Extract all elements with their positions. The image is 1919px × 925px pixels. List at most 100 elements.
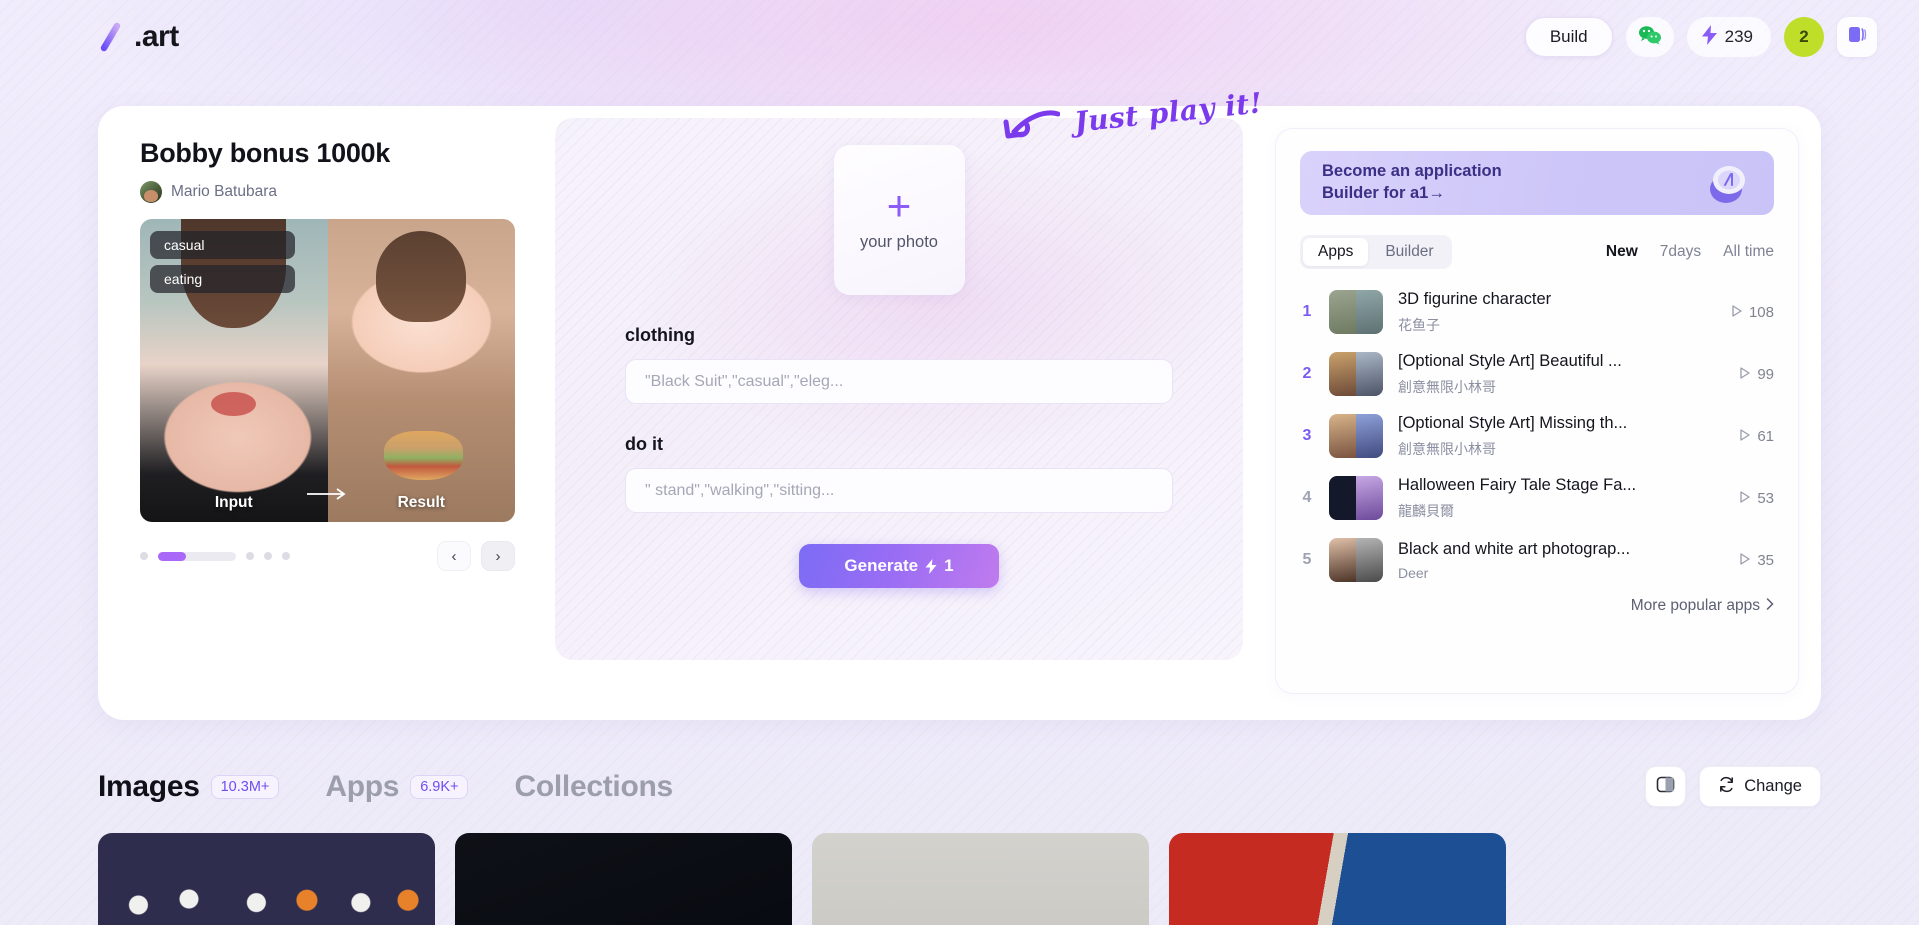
list-item-author: 花鱼子 [1398, 316, 1440, 333]
upload-label: your photo [860, 232, 938, 251]
list-item-thumbnail [1329, 290, 1383, 334]
before-after-preview[interactable]: casual eating Input Result [140, 219, 515, 522]
image-cards-strip [98, 833, 1821, 925]
list-item[interactable]: 5 Black and white art photograp... Deer … [1300, 529, 1774, 591]
list-item[interactable]: 1 3D figurine character 花鱼子 108 [1300, 281, 1774, 343]
build-button[interactable]: Build [1524, 17, 1613, 57]
list-item[interactable]: 3 [Optional Style Art] Missing th... 創意無… [1300, 405, 1774, 467]
coin-stack-icon [1704, 159, 1752, 207]
carousel-prev-button[interactable]: ‹ [437, 541, 471, 571]
split-view-icon [1656, 775, 1675, 799]
plays-count: 61 [1757, 427, 1774, 445]
author-avatar [140, 181, 162, 203]
tab-apps-badge: 6.9K+ [410, 774, 469, 799]
tab-collections[interactable]: Collections [514, 769, 673, 804]
bottom-section: Images 10.3M+ Apps 6.9K+ Collections Cha… [98, 766, 1821, 925]
refresh-icon [1718, 776, 1735, 798]
bottom-tabs: Images 10.3M+ Apps 6.9K+ Collections Cha… [98, 766, 1821, 807]
credits-button[interactable]: 239 [1686, 17, 1771, 57]
clothing-input[interactable] [625, 359, 1173, 404]
chevron-right-icon: › [495, 547, 501, 565]
wechat-button[interactable] [1625, 17, 1674, 57]
list-item-title: Black and white art photograp... [1398, 540, 1631, 559]
more-popular-apps-link[interactable]: More popular apps [1631, 597, 1774, 615]
generate-button[interactable]: Generate 1 [799, 544, 999, 588]
tab-apps[interactable]: Apps 6.9K+ [325, 769, 469, 804]
list-item-plays: 61 [1727, 428, 1774, 445]
author-row[interactable]: Mario Batubara [140, 181, 555, 203]
image-card[interactable] [98, 833, 435, 925]
carousel-dot[interactable] [282, 552, 290, 560]
promo-line-2: Builder for a1→ [1322, 184, 1445, 202]
plays-count: 99 [1757, 365, 1774, 383]
author-name: Mario Batubara [171, 183, 277, 200]
brand-logo[interactable]: .art [98, 20, 179, 54]
rank-number: 1 [1302, 303, 1312, 320]
carousel-active-track[interactable] [158, 551, 236, 561]
tab-builder[interactable]: Builder [1370, 238, 1448, 266]
list-item[interactable]: 2 [Optional Style Art] Beautiful ... 創意無… [1300, 343, 1774, 405]
panel-filters: New 7days All time [1606, 243, 1774, 261]
generator-panel: + your photo clothing do it Generate [555, 118, 1243, 660]
app-header: .art Build 239 2 [0, 0, 1919, 74]
ranking-list: 1 3D figurine character 花鱼子 108 2 [Optio… [1300, 281, 1774, 591]
list-item-author: 創意無限小林哥 [1398, 440, 1496, 457]
plays-count: 108 [1748, 303, 1774, 321]
plays-count: 35 [1757, 551, 1774, 569]
carousel-controls: ‹ › [140, 541, 515, 571]
tab-apps-label: Apps [325, 769, 400, 803]
list-item[interactable]: 4 Halloween Fairy Tale Stage Fa... 龍麟貝爾 … [1300, 467, 1774, 529]
library-cards-icon [1847, 24, 1868, 50]
image-card[interactable] [812, 833, 1149, 925]
list-item-thumbnail [1329, 414, 1383, 458]
tab-apps[interactable]: Apps [1303, 238, 1369, 266]
filter-7days[interactable]: 7days [1660, 243, 1701, 261]
photo-upload-dropzone[interactable]: + your photo [833, 145, 965, 295]
change-label: Change [1744, 777, 1802, 795]
play-triangle-icon [1739, 428, 1751, 445]
layout-toggle-button[interactable] [1645, 766, 1687, 807]
list-item-title: Halloween Fairy Tale Stage Fa... [1398, 476, 1637, 495]
filter-all-time[interactable]: All time [1723, 243, 1774, 261]
list-item-author: Deer [1398, 564, 1429, 581]
rank-number: 5 [1302, 551, 1312, 568]
filter-new[interactable]: New [1606, 243, 1638, 261]
tag-eating: eating [150, 265, 295, 293]
carousel-dot[interactable] [246, 552, 254, 560]
doit-input[interactable] [625, 468, 1173, 513]
image-card[interactable] [1169, 833, 1506, 925]
panel-segmented-control: Apps Builder [1300, 235, 1452, 269]
list-item-plays: 53 [1727, 490, 1774, 507]
list-item-title: 3D figurine character [1398, 290, 1552, 309]
carousel-dot[interactable] [140, 552, 148, 560]
avatar[interactable]: 2 [1784, 17, 1824, 57]
list-item-thumbnail [1329, 352, 1383, 396]
tag-casual: casual [150, 231, 295, 259]
list-item-thumbnail [1329, 476, 1383, 520]
plays-count: 53 [1757, 489, 1774, 507]
brand-name: .art [134, 20, 179, 53]
input-image: casual eating Input [140, 219, 328, 522]
carousel-dot[interactable] [264, 552, 272, 560]
main-card: Bobby bonus 1000k Mario Batubara casual … [98, 106, 1821, 720]
rank-number: 4 [1302, 489, 1312, 506]
tab-images[interactable]: Images 10.3M+ [98, 770, 280, 804]
tab-collections-label: Collections [514, 769, 673, 803]
image-card[interactable] [455, 833, 792, 925]
carousel-nav: ‹ › [437, 541, 515, 571]
library-button[interactable] [1837, 17, 1877, 57]
list-item-author: 創意無限小林哥 [1398, 378, 1496, 395]
builder-promo-banner[interactable]: Become an application Builder for a1→ [1300, 151, 1774, 215]
input-label: Input [214, 494, 253, 511]
list-item-plays: 108 [1719, 304, 1774, 321]
tab-images-badge: 10.3M+ [210, 774, 280, 799]
more-popular-apps-label: More popular apps [1630, 597, 1760, 614]
change-button[interactable]: Change [1699, 766, 1821, 807]
clothing-label: clothing [625, 325, 695, 345]
list-item-plays: 35 [1727, 552, 1774, 569]
credits-value: 239 [1724, 27, 1753, 46]
play-triangle-icon [1731, 304, 1743, 321]
play-triangle-icon [1739, 552, 1751, 569]
carousel-next-button[interactable]: › [481, 541, 515, 571]
list-item-thumbnail [1329, 538, 1383, 582]
